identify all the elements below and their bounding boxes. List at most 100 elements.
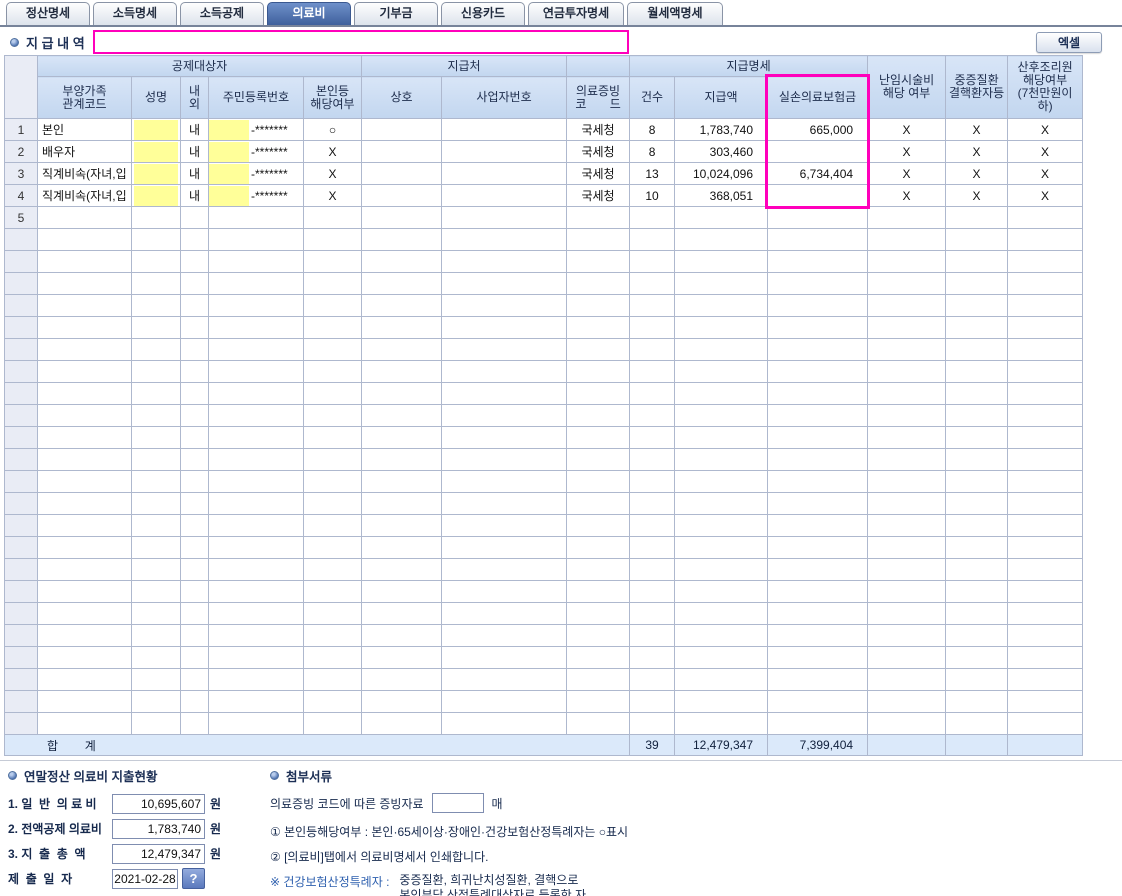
table-cell[interactable] <box>208 580 304 603</box>
table-cell[interactable] <box>1007 294 1084 317</box>
table-cell[interactable] <box>131 580 181 603</box>
table-cell[interactable] <box>441 558 568 581</box>
table-cell[interactable] <box>361 558 443 581</box>
table-cell[interactable] <box>867 514 947 537</box>
table-cell[interactable] <box>37 668 132 691</box>
table-cell[interactable] <box>37 360 132 383</box>
table-cell[interactable] <box>208 624 304 647</box>
table-cell[interactable] <box>945 294 1009 317</box>
table-cell[interactable] <box>302 536 363 559</box>
table-cell[interactable] <box>566 426 631 449</box>
table-cell[interactable] <box>208 668 304 691</box>
table-cell[interactable]: -******* <box>208 140 304 163</box>
table-cell[interactable] <box>208 514 304 537</box>
table-cell[interactable] <box>302 492 363 515</box>
table-cell[interactable] <box>674 558 769 581</box>
table-cell[interactable] <box>302 602 363 625</box>
table-cell[interactable] <box>361 602 443 625</box>
table-cell[interactable] <box>767 382 869 405</box>
table-cell[interactable] <box>767 206 869 229</box>
table-cell[interactable] <box>208 426 304 449</box>
table-cell[interactable] <box>566 448 631 471</box>
table-cell[interactable] <box>1007 360 1084 383</box>
table-cell[interactable] <box>945 646 1009 669</box>
table-cell[interactable] <box>629 712 676 735</box>
table-cell[interactable] <box>131 404 181 427</box>
table-cell[interactable] <box>361 426 443 449</box>
table-cell[interactable] <box>945 580 1009 603</box>
tab-6[interactable]: 연금투자명세 <box>528 2 624 25</box>
table-cell[interactable] <box>945 602 1009 625</box>
table-cell[interactable] <box>302 426 363 449</box>
table-cell[interactable] <box>37 646 132 669</box>
table-cell[interactable] <box>441 272 568 295</box>
table-cell[interactable] <box>208 338 304 361</box>
table-cell[interactable] <box>131 184 181 207</box>
table-cell[interactable] <box>441 206 568 229</box>
table-cell[interactable]: X <box>302 162 363 185</box>
table-cell[interactable] <box>629 492 676 515</box>
table-cell[interactable] <box>945 668 1009 691</box>
table-cell[interactable] <box>361 360 443 383</box>
table-cell[interactable] <box>945 272 1009 295</box>
table-cell[interactable] <box>441 382 568 405</box>
table-cell[interactable]: 13 <box>629 162 676 185</box>
table-cell[interactable] <box>867 624 947 647</box>
table-cell[interactable] <box>629 448 676 471</box>
table-cell[interactable] <box>208 272 304 295</box>
table-cell[interactable] <box>945 690 1009 713</box>
table-cell[interactable] <box>302 580 363 603</box>
table-cell[interactable] <box>302 316 363 339</box>
table-cell[interactable] <box>674 448 769 471</box>
table-cell[interactable] <box>867 338 947 361</box>
table-cell[interactable] <box>566 228 631 251</box>
table-cell[interactable] <box>674 668 769 691</box>
table-cell[interactable] <box>767 690 869 713</box>
table-cell[interactable]: 국세청 <box>566 118 631 141</box>
table-cell[interactable] <box>867 602 947 625</box>
table-cell[interactable]: 본인 <box>37 118 132 141</box>
table-cell[interactable] <box>767 360 869 383</box>
table-cell[interactable] <box>566 338 631 361</box>
table-cell[interactable] <box>441 228 568 251</box>
table-cell[interactable] <box>131 624 181 647</box>
table-cell[interactable] <box>361 404 443 427</box>
table-cell[interactable] <box>566 470 631 493</box>
table-cell[interactable] <box>361 118 443 141</box>
table-cell[interactable] <box>180 470 209 493</box>
table-cell[interactable] <box>208 382 304 405</box>
table-cell[interactable] <box>1007 646 1084 669</box>
table-cell[interactable]: 368,051 <box>674 184 769 207</box>
table-cell[interactable] <box>441 580 568 603</box>
table-cell[interactable] <box>767 602 869 625</box>
table-cell[interactable] <box>208 690 304 713</box>
table-cell[interactable] <box>302 470 363 493</box>
table-cell[interactable] <box>441 448 568 471</box>
table-cell[interactable] <box>441 118 568 141</box>
table-cell[interactable] <box>131 602 181 625</box>
table-cell[interactable] <box>1007 470 1084 493</box>
table-cell[interactable] <box>361 580 443 603</box>
table-cell[interactable] <box>37 404 132 427</box>
table-cell[interactable] <box>441 426 568 449</box>
table-cell[interactable]: X <box>302 140 363 163</box>
table-cell[interactable] <box>629 228 676 251</box>
table-cell[interactable] <box>131 338 181 361</box>
table-cell[interactable]: X <box>945 184 1009 207</box>
table-cell[interactable] <box>131 536 181 559</box>
table-cell[interactable] <box>37 294 132 317</box>
table-cell[interactable] <box>131 316 181 339</box>
table-cell[interactable] <box>302 646 363 669</box>
table-cell[interactable] <box>131 162 181 185</box>
table-cell[interactable]: -******* <box>208 118 304 141</box>
table-cell[interactable] <box>302 360 363 383</box>
table-cell[interactable] <box>131 206 181 229</box>
table-cell[interactable] <box>566 668 631 691</box>
table-cell[interactable]: X <box>867 162 947 185</box>
table-cell[interactable] <box>131 470 181 493</box>
table-cell[interactable] <box>441 624 568 647</box>
table-cell[interactable]: 303,460 <box>674 140 769 163</box>
table-cell[interactable] <box>37 558 132 581</box>
table-cell[interactable] <box>37 514 132 537</box>
table-cell[interactable] <box>945 338 1009 361</box>
